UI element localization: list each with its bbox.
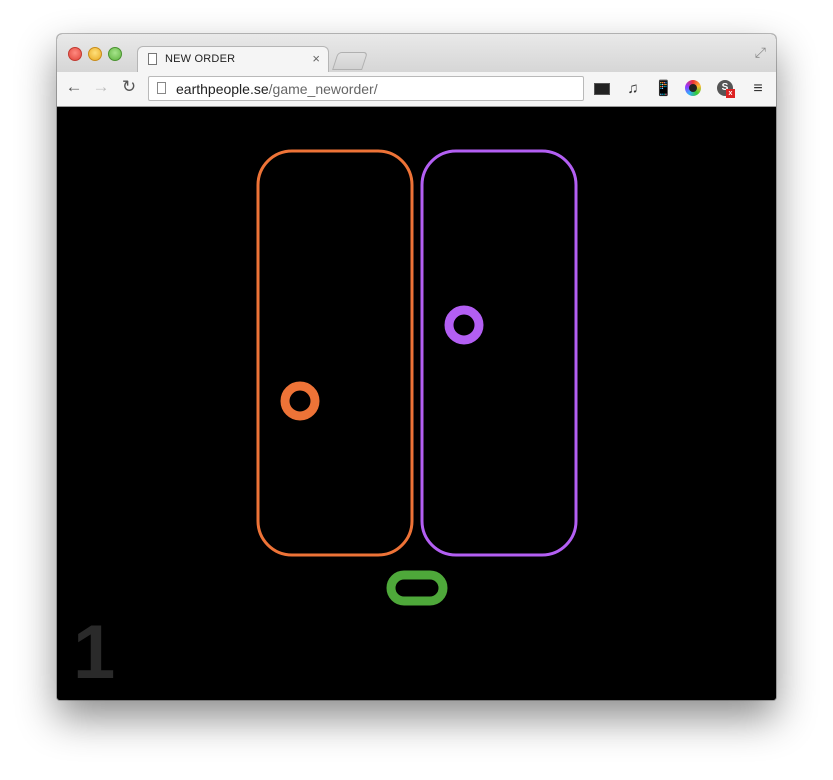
game-canvas[interactable]: 1 [57, 107, 776, 700]
tab-close-icon[interactable]: × [312, 51, 320, 66]
extension-badge: x [726, 89, 735, 98]
color-picker-extension-icon[interactable] [685, 80, 703, 98]
new-tab-button[interactable] [332, 52, 368, 70]
document-icon [148, 53, 157, 65]
address-bar[interactable]: earthpeople.se/game_neworder/ [148, 76, 584, 101]
orange-lane [256, 149, 414, 557]
tab-title: NEW ORDER [165, 53, 236, 65]
music-extension-icon[interactable]: ♫ [624, 80, 642, 98]
tab-new-order[interactable]: NEW ORDER × [137, 46, 329, 73]
minimize-window-button[interactable] [88, 47, 102, 61]
url-host: earthpeople.se [176, 81, 269, 97]
title-bar: NEW ORDER × ⤢ [57, 34, 776, 73]
browser-window: NEW ORDER × ⤢ ← → ↻ earthpeople.se/game_… [57, 34, 776, 700]
terminal-extension-icon[interactable] [594, 80, 612, 98]
purple-lane [420, 149, 578, 557]
fullscreen-icon[interactable]: ⤢ [755, 44, 766, 61]
game-svg [256, 149, 578, 606]
orange-ball[interactable] [280, 381, 320, 421]
url-text: earthpeople.se/game_neworder/ [176, 81, 378, 97]
close-window-button[interactable] [68, 47, 82, 61]
s-extension-icon[interactable]: Sx [717, 80, 735, 98]
score-counter: 1 [73, 610, 116, 695]
maximize-window-button[interactable] [108, 47, 122, 61]
menu-icon[interactable]: ≡ [749, 80, 767, 98]
forward-button[interactable]: → [90, 77, 112, 97]
green-paddle[interactable] [386, 570, 448, 606]
send-to-phone-icon[interactable]: 📱 [654, 80, 673, 98]
url-path: /game_neworder/ [268, 81, 378, 97]
page-icon [157, 82, 166, 94]
browser-toolbar: ← → ↻ earthpeople.se/game_neworder/ ♫ 📱 … [57, 72, 776, 107]
purple-ball[interactable] [444, 305, 484, 345]
back-button[interactable]: ← [63, 77, 85, 97]
reload-button[interactable]: ↻ [118, 77, 140, 97]
